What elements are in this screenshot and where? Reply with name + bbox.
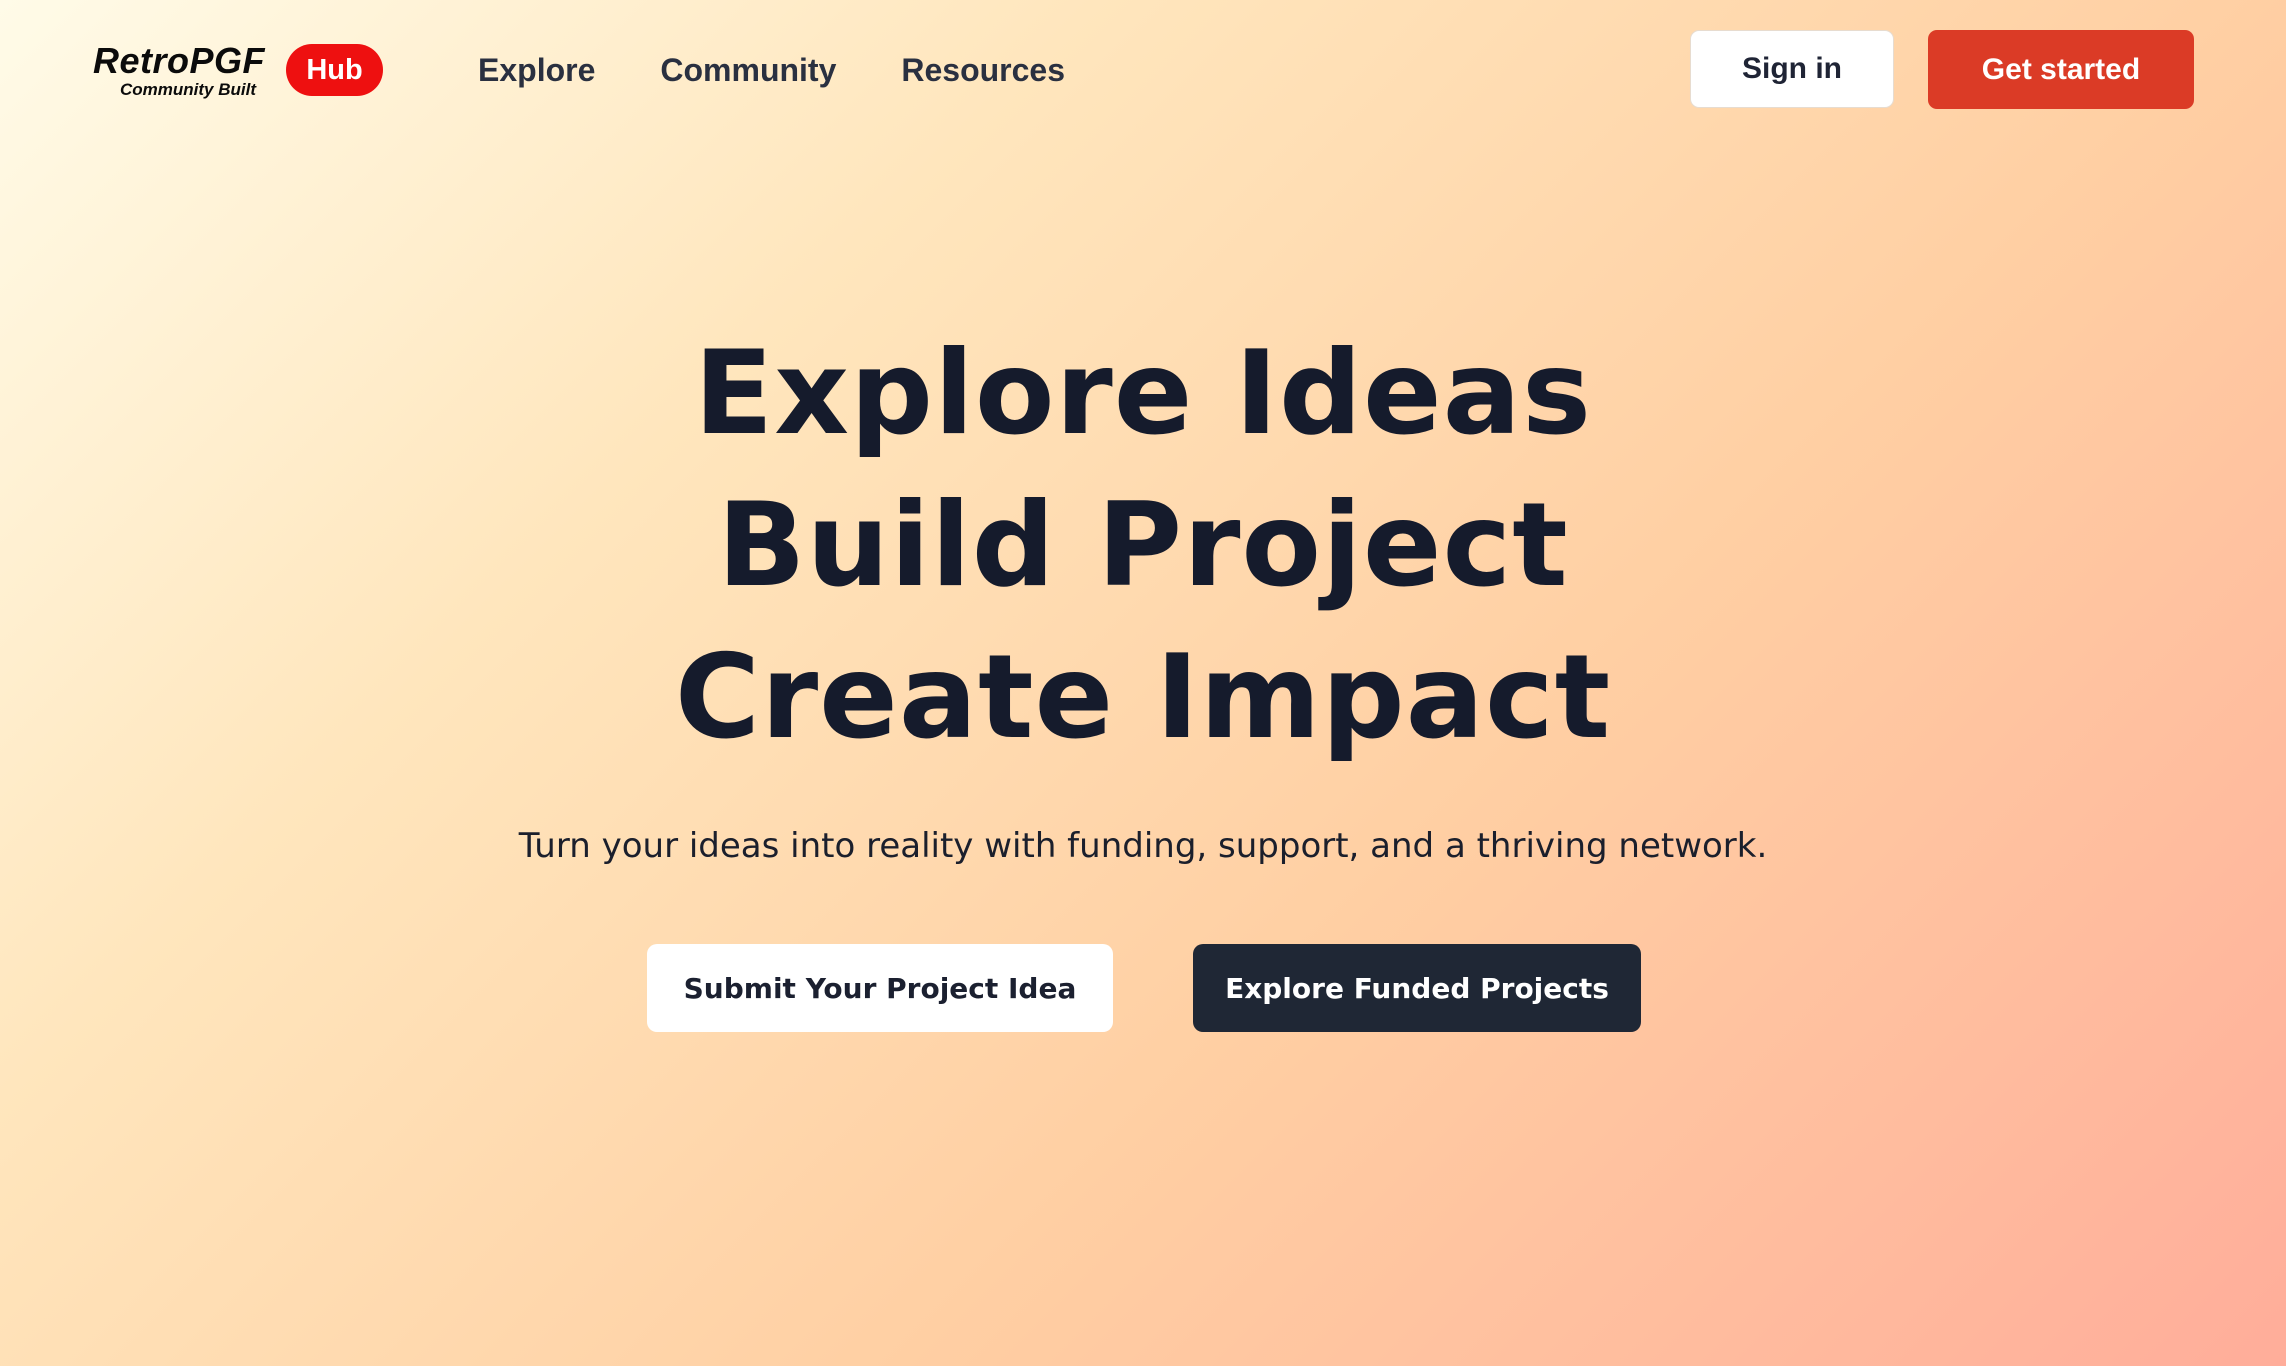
- hero-title-line-2: Build Project: [717, 478, 1569, 613]
- explore-funded-projects-button[interactable]: Explore Funded Projects: [1193, 944, 1641, 1032]
- nav-item-community[interactable]: Community: [660, 52, 836, 89]
- sign-in-button[interactable]: Sign in: [1690, 30, 1894, 108]
- nav-item-explore[interactable]: Explore: [478, 52, 595, 89]
- hero-cta-row: Submit Your Project Idea Explore Funded …: [0, 944, 2286, 1032]
- hero-title-line-1: Explore Ideas: [693, 326, 1592, 461]
- hero-subtitle: Turn your ideas into reality with fundin…: [518, 826, 1768, 866]
- brand-name: RetroPGF: [93, 40, 266, 81]
- hub-badge: Hub: [286, 44, 383, 96]
- site-header: RetroPGF Community Built Hub Explore Com…: [0, 0, 2286, 140]
- brand-logo[interactable]: RetroPGF Community Built Hub: [93, 38, 383, 104]
- hero-title: Explore Ideas Build Project Create Impac…: [0, 318, 2286, 774]
- brand-tagline: Community Built: [120, 80, 256, 99]
- submit-project-idea-button[interactable]: Submit Your Project Idea: [647, 944, 1113, 1032]
- main-nav: Explore Community Resources: [478, 44, 1065, 96]
- get-started-button[interactable]: Get started: [1928, 30, 2194, 109]
- hero-title-line-3: Create Impact: [674, 630, 1612, 765]
- nav-item-resources[interactable]: Resources: [901, 52, 1065, 89]
- landing-page: RetroPGF Community Built Hub Explore Com…: [0, 0, 2286, 1366]
